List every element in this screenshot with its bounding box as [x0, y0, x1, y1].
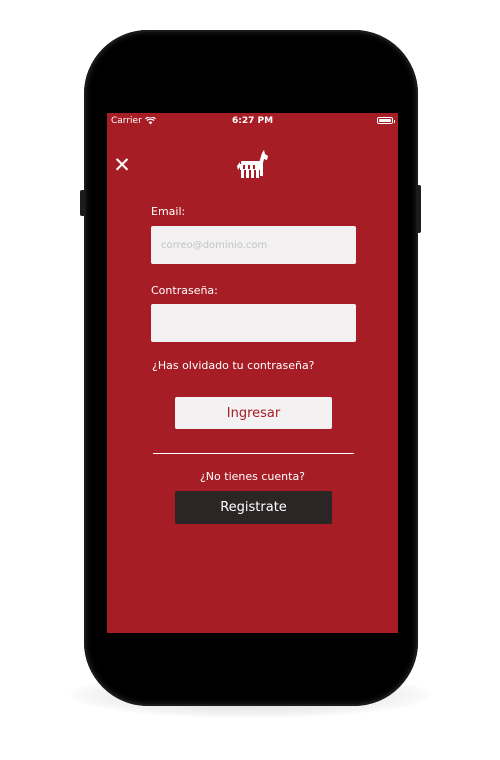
password-label: Contraseña: — [151, 284, 218, 297]
horse-logo-icon — [237, 150, 268, 178]
login-screen: Carrier 6:27 PM ✕ Email: correo@dominio.… — [107, 113, 398, 633]
battery-icon — [377, 117, 395, 124]
status-time: 6:27 PM — [231, 116, 274, 126]
close-button[interactable]: ✕ — [110, 153, 134, 177]
forgot-password-link[interactable]: ¿Has olvidado tu contraseña? — [152, 359, 315, 372]
no-account-prompt: ¿No tienes cuenta? — [199, 470, 306, 483]
email-label: Email: — [151, 205, 186, 218]
status-bar: Carrier 6:27 PM — [107, 113, 398, 131]
register-button[interactable]: Registrate — [175, 491, 332, 524]
divider — [153, 453, 354, 454]
login-button[interactable]: Ingresar — [175, 397, 332, 429]
password-input[interactable] — [151, 304, 356, 342]
close-x-icon: ✕ — [113, 152, 131, 177]
email-input[interactable] — [151, 226, 356, 264]
